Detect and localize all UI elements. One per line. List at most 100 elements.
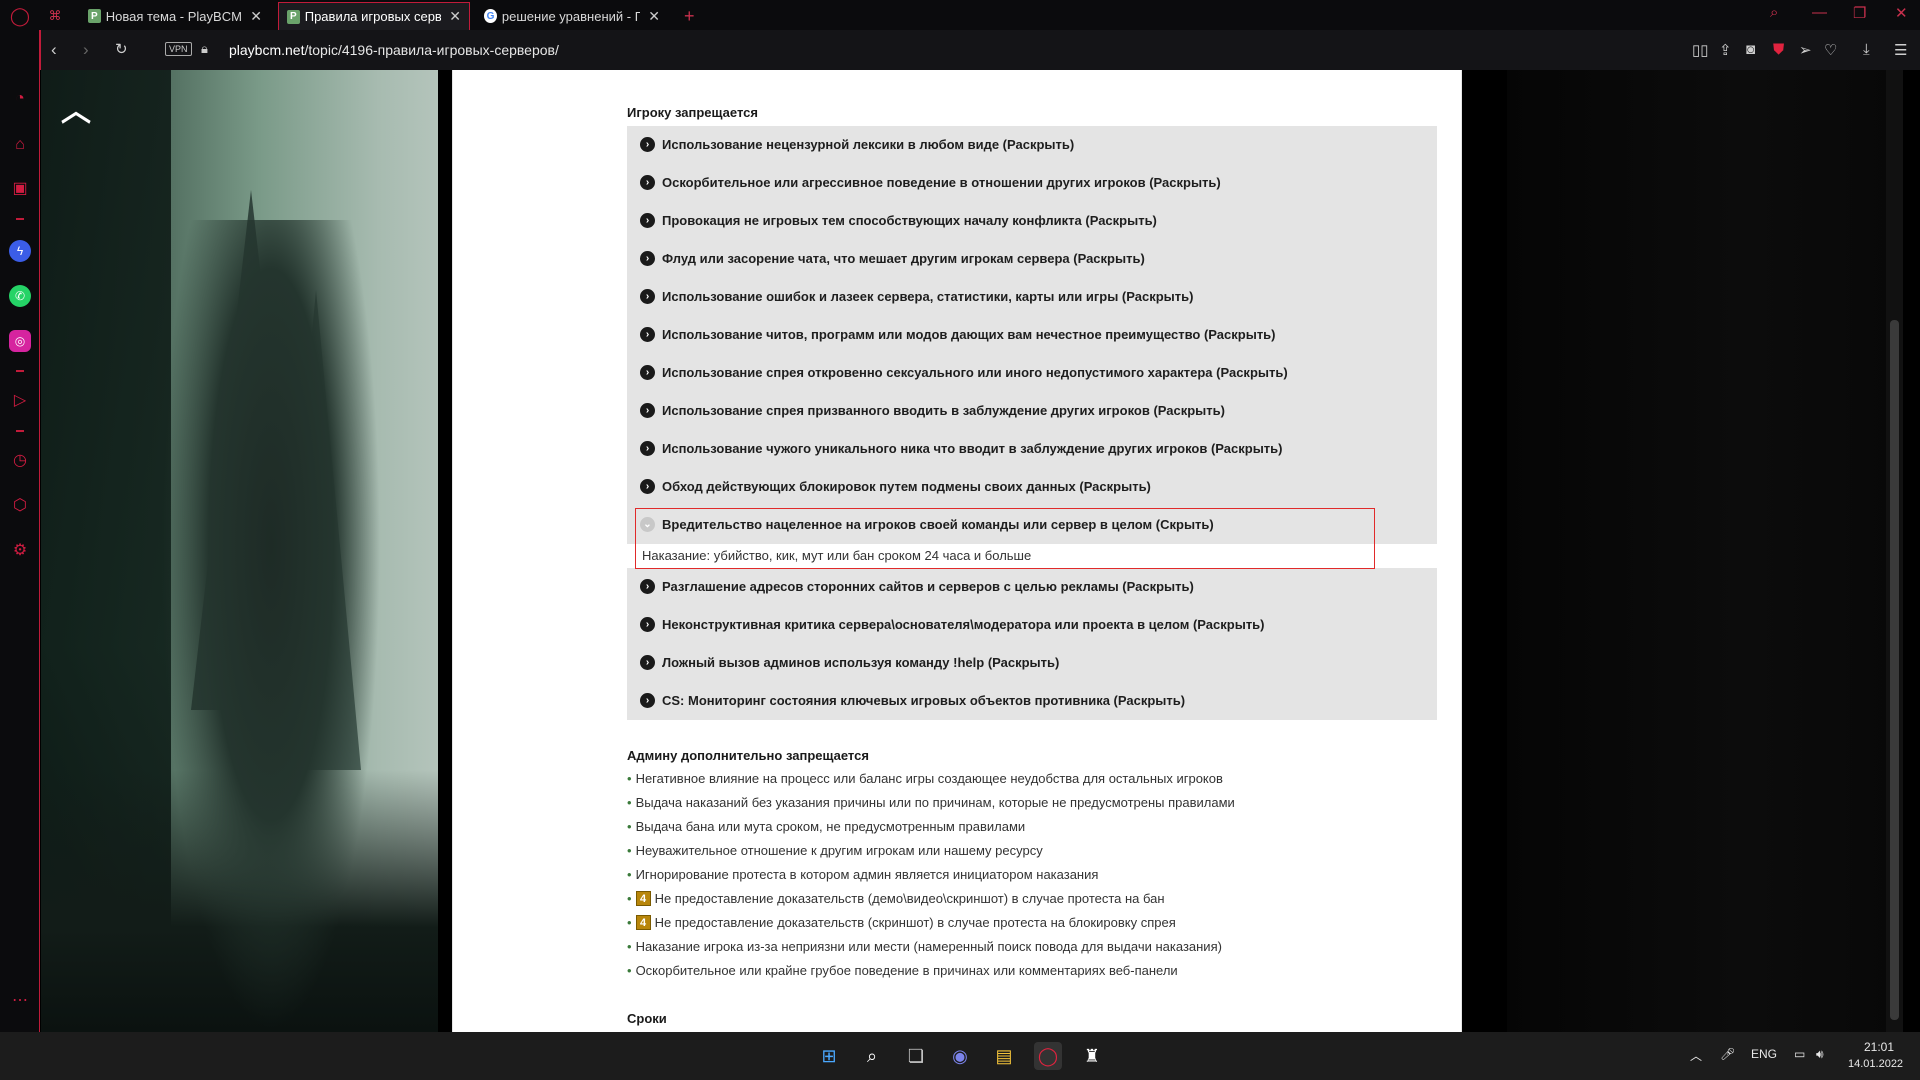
reader-icon[interactable]: ▯▯ (1692, 41, 1709, 59)
network-icon[interactable]: ▭ (1794, 1047, 1805, 1061)
forward-icon[interactable]: › (83, 40, 89, 60)
gamepad-icon[interactable]: ⌘ (40, 2, 70, 30)
rule-item[interactable]: › Флуд или засорение чата, что мешает дру… (640, 248, 1145, 268)
rule-item[interactable]: › Использование спрея откровенно сексуаль… (640, 362, 1288, 382)
rule-item[interactable]: › Использование чужого уникального ника ч… (640, 438, 1283, 458)
microphone-icon[interactable]: 🎤︎ (1720, 1047, 1735, 1061)
admin-rule-item: • 4 Не предоставление доказательств (демо\… (627, 891, 1165, 906)
messenger-icon[interactable]: ϟ (9, 240, 31, 262)
search-icon[interactable]: ⌕ (858, 1042, 886, 1070)
page-scrollbar[interactable] (1886, 70, 1903, 1032)
level-badge-icon: 4 (635, 891, 651, 906)
adblock-shield-icon[interactable]: ⛊ (1773, 41, 1784, 58)
bullet-dot: • (627, 819, 632, 834)
share-icon[interactable]: ⇪ (1719, 41, 1732, 59)
section-player-title: Игроку запрещается (627, 105, 758, 120)
player-icon[interactable]: ▷ (9, 390, 31, 412)
sidebar-divider (16, 370, 24, 372)
chevron-right-icon: › (640, 364, 655, 380)
forest-background-image (41, 70, 438, 1032)
tab-title: Новая тема - PlayBCM - И (105, 8, 243, 24)
new-tab-button[interactable]: + (676, 2, 700, 30)
whatsapp-icon[interactable]: ✆ (9, 285, 31, 307)
send-icon[interactable]: ➢ (1799, 41, 1812, 59)
instagram-icon[interactable]: ◎ (9, 330, 31, 352)
admin-rule-label: Наказание игрока из-за неприязни или мес… (635, 939, 1222, 954)
bullet-dot: • (627, 867, 632, 882)
rule-item[interactable]: › Использование спрея призванного вводить… (640, 400, 1225, 420)
back-icon[interactable]: ‹ (51, 40, 57, 60)
bullet-dot: • (627, 795, 632, 810)
extensions-cube-icon[interactable]: ⬡ (9, 495, 31, 517)
settings-gear-icon[interactable]: ⚙ (9, 540, 31, 562)
tab-google-search[interactable]: G решение уравнений - По ✕ (476, 2, 668, 30)
rule-item[interactable]: › Оскорбительное или агрессивное поведени… (640, 172, 1221, 192)
task-view-icon[interactable]: ❏ (902, 1042, 930, 1070)
clock-date[interactable]: 14.01.2022 (1848, 1058, 1903, 1070)
address-bar: ‹ › ↻ VPN 🔒︎ playbcm.net/topic/4196-прав… (40, 30, 1920, 70)
rule-item[interactable]: › Ложный вызов админов используя команду … (640, 652, 1059, 672)
admin-rule-item: • Выдача наказаний без указания причины и… (627, 795, 1235, 810)
counter-strike-icon[interactable]: ♜ (1078, 1042, 1106, 1070)
twitch-icon[interactable]: ▣ (9, 178, 31, 200)
tray-chevron-icon[interactable]: ︿ (1690, 1047, 1702, 1064)
admin-rule-item: • 4 Не предоставление доказательств (скрин… (627, 915, 1176, 930)
rule-item[interactable]: › Разглашение адресов сторонних сайтов и … (640, 576, 1194, 596)
tab-server-rules[interactable]: P Правила игровых сервере ✕ (278, 2, 470, 30)
windows-taskbar: ⊞ ⌕ ❏ ◉ ▤ ◯ ♜ ︿ 🎤︎ ENG ▭ 🔊︎ 21:01 14.01.… (0, 1032, 1920, 1080)
rule-label: Флуд или засорение чата, что мешает друг… (662, 250, 1145, 266)
windows-start-icon[interactable]: ⊞ (815, 1042, 843, 1070)
volume-icon[interactable]: 🔊︎ (1816, 1047, 1824, 1062)
url-field[interactable]: playbcm.net/topic/4196-правила-игровых-с… (229, 42, 559, 58)
download-icon[interactable]: ⤓ (1863, 41, 1870, 58)
google-icon: G (484, 9, 497, 23)
tab-close-icon[interactable]: ✕ (250, 8, 262, 25)
rule-label: Использование ошибок и лазеек сервера, с… (662, 288, 1194, 304)
shopping-bag-icon[interactable]: ⌂ (9, 134, 31, 156)
admin-rule-label: Выдача бана или мута сроком, не предусмо… (635, 819, 1026, 834)
rule-item[interactable]: › CS: Мониторинг состояния ключевых игров… (640, 690, 1185, 710)
teams-chat-icon[interactable]: ◉ (946, 1042, 974, 1070)
scroll-to-top-icon[interactable]: ︿ (61, 86, 91, 130)
search-tabs-icon[interactable]: ⌕ (1770, 4, 1778, 21)
vpn-badge[interactable]: VPN (165, 42, 192, 56)
close-window-icon[interactable]: ✕ (1895, 4, 1908, 22)
history-icon[interactable]: ◷ (9, 450, 31, 472)
file-explorer-icon[interactable]: ▤ (990, 1042, 1018, 1070)
admin-rule-label: Игнорирование протеста в котором админ я… (635, 867, 1099, 882)
menu-icon[interactable]: ☰ (1894, 41, 1907, 59)
reload-icon[interactable]: ↻ (115, 40, 128, 58)
chevron-right-icon: › (640, 578, 655, 594)
restore-icon[interactable]: ❐ (1853, 4, 1866, 22)
rule-item[interactable]: › Использование читов, программ или модов… (640, 324, 1276, 344)
rule-item[interactable]: › Провокация не игровых тем способствующи… (640, 210, 1157, 230)
bullet-dot: • (627, 963, 632, 978)
admin-rule-item: • Наказание игрока из-за неприязни или ме… (627, 939, 1222, 954)
opera-sidebar: ◔ ⌂ ▣ ϟ ✆ ◎ ▷ ◷ ⬡ ⚙ ⋯ (0, 30, 40, 1032)
rule-label: Оскорбительное или агрессивное поведение… (662, 174, 1221, 190)
opera-logo-icon[interactable]: ◯ (0, 2, 40, 30)
language-indicator[interactable]: ENG (1751, 1047, 1777, 1061)
scrollbar-thumb[interactable] (1890, 320, 1899, 1020)
rule-item[interactable]: › Использование ошибок и лазеек сервера, … (640, 286, 1193, 306)
admin-rule-label: Оскорбительное или крайне грубое поведен… (635, 963, 1178, 978)
rule-item[interactable]: › Обход действующих блокировок путем подм… (640, 476, 1151, 496)
tab-close-icon[interactable]: ✕ (449, 8, 461, 25)
camera-icon[interactable]: ◙ (1746, 41, 1755, 58)
admin-rule-item: • Негативное влияние на процесс или балан… (627, 771, 1223, 786)
rule-item[interactable]: › Использование нецензурной лексики в люб… (640, 134, 1074, 154)
minimize-icon[interactable]: — (1812, 4, 1827, 21)
sidebar-divider (16, 218, 24, 220)
tab-new-topic[interactable]: P Новая тема - PlayBCM - И ✕ (80, 2, 270, 30)
opera-taskbar-icon[interactable]: ◯ (1034, 1042, 1062, 1070)
heart-icon[interactable]: ♡ (1824, 41, 1837, 59)
speed-dial-icon[interactable]: ◔ (9, 88, 31, 110)
lock-icon[interactable]: 🔒︎ (201, 41, 208, 57)
more-dots-icon[interactable]: ⋯ (9, 990, 31, 1012)
browser-tab-bar: ◯ ⌘ P Новая тема - PlayBCM - И ✕ P Прави… (0, 0, 1920, 30)
clock-time[interactable]: 21:01 (1850, 1040, 1894, 1054)
tab-close-icon[interactable]: ✕ (648, 8, 660, 25)
bullet-dot: • (627, 843, 632, 858)
rule-item[interactable]: › Неконструктивная критика сервера\основа… (640, 614, 1265, 634)
rule-label: CS: Мониторинг состояния ключевых игровы… (662, 692, 1186, 708)
